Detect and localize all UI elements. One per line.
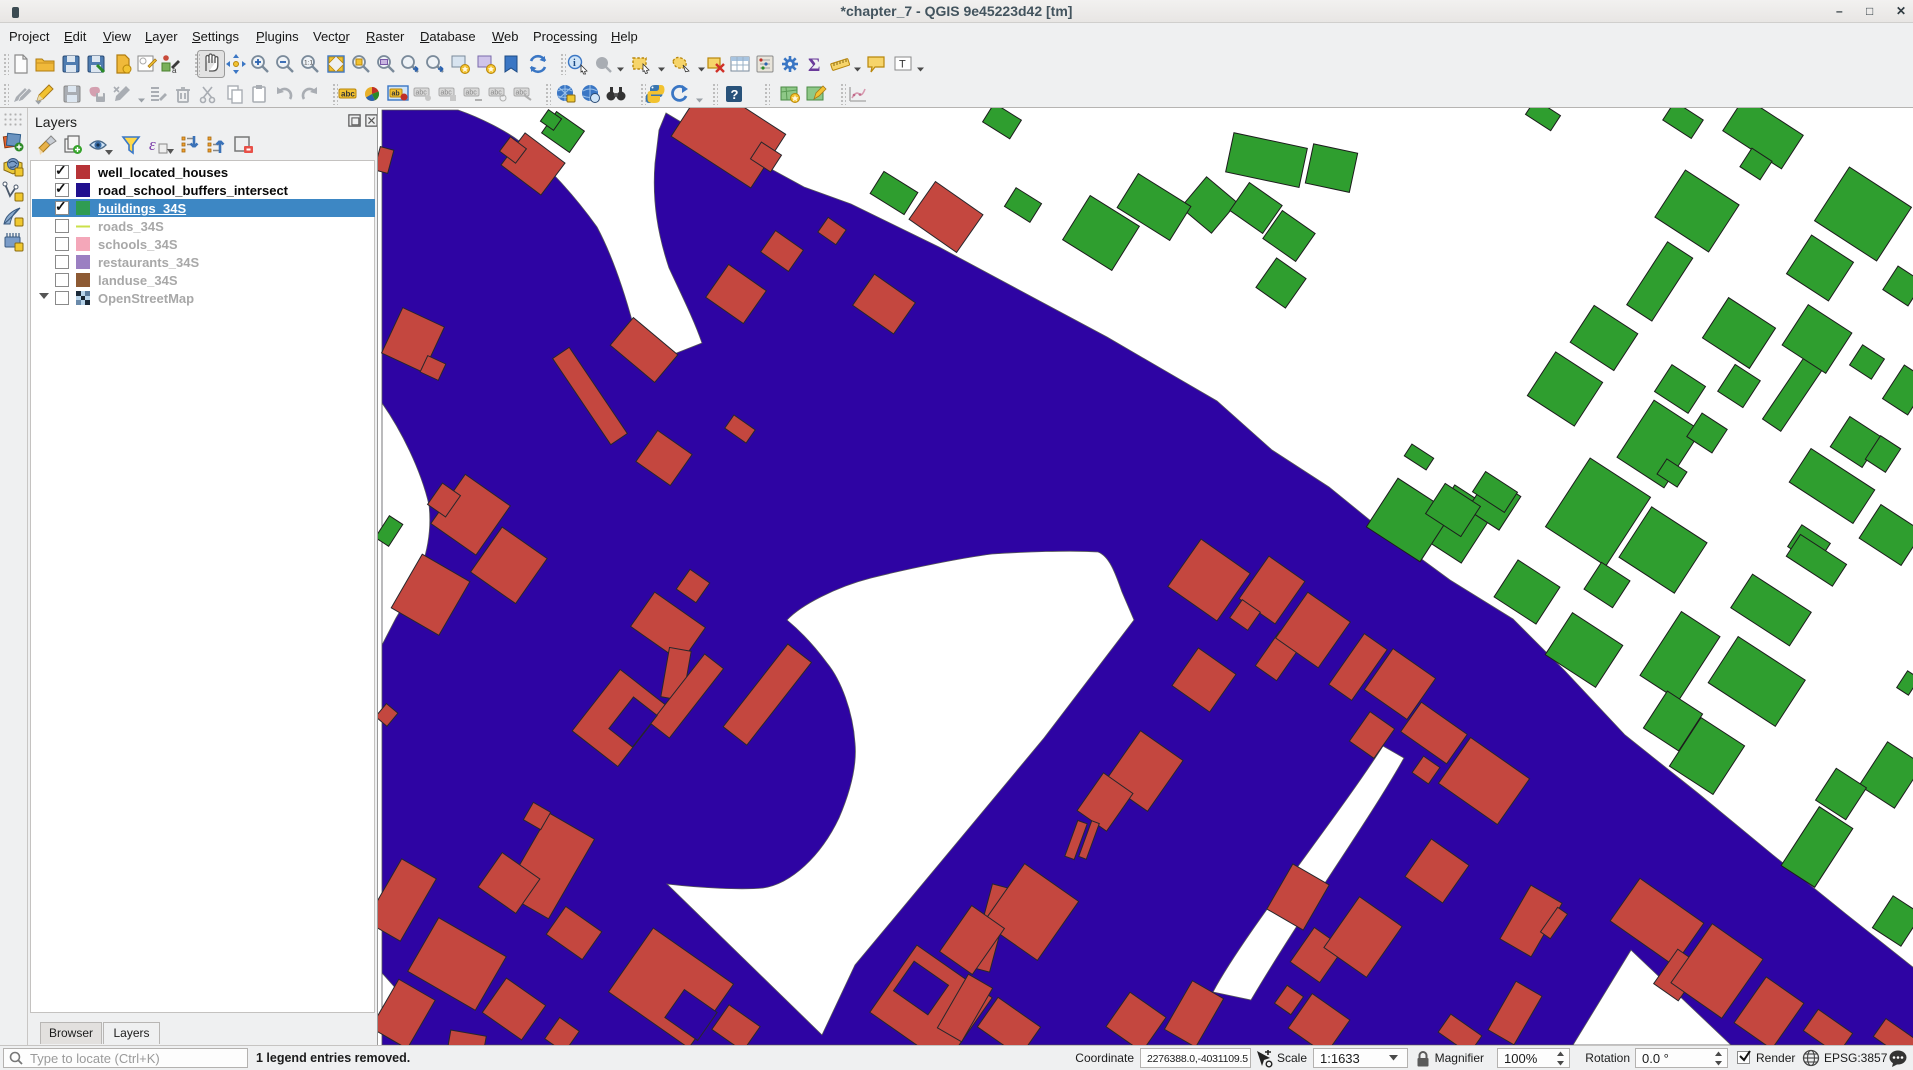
svg-text:?: ?: [731, 87, 739, 102]
svg-text:abc: abc: [416, 90, 428, 97]
svg-text:ε: ε: [149, 135, 156, 154]
svg-text:Σ: Σ: [808, 55, 820, 75]
svg-text:abc: abc: [466, 90, 478, 97]
svg-text:1:1: 1:1: [304, 60, 313, 67]
svg-text:T: T: [899, 59, 906, 71]
svg-text:abc: abc: [341, 90, 355, 99]
svg-text:ab: ab: [392, 91, 400, 98]
svg-text:abc: abc: [491, 90, 503, 97]
svg-text:i: i: [573, 58, 576, 69]
svg-text:a: a: [172, 66, 177, 75]
